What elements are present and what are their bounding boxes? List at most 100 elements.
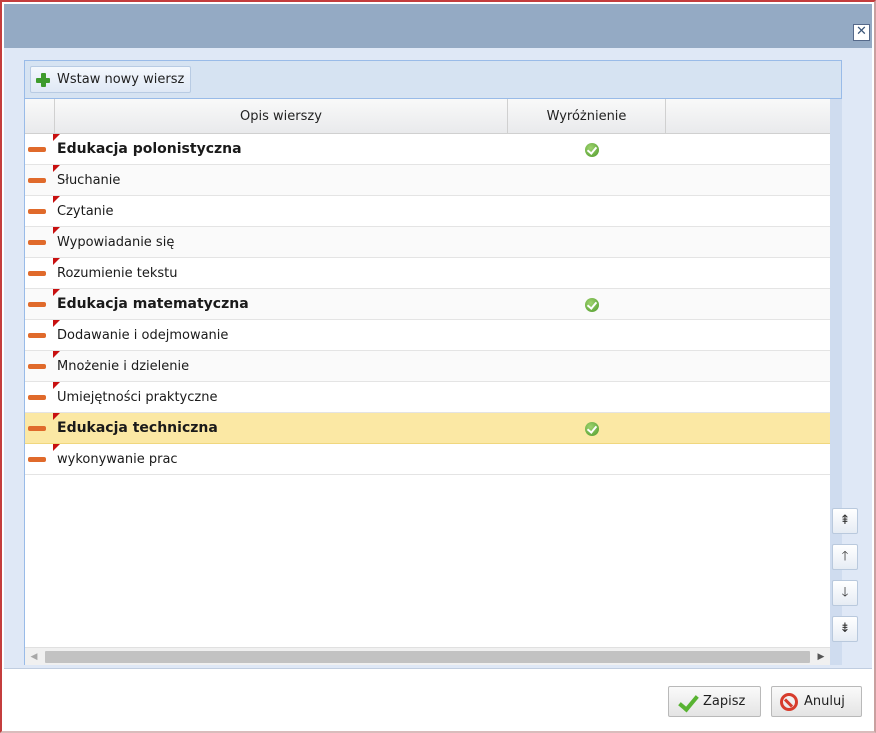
table-row[interactable]: Edukacja techniczna [25,412,830,444]
row-highlight-cell[interactable] [508,289,666,320]
table-row[interactable]: Wypowiadanie się [25,226,830,258]
move-top-button[interactable]: ⇞ [832,508,858,534]
arrow-down-icon: 🡓 [841,585,849,600]
modified-flag-icon [53,288,60,296]
row-marker-cell [25,443,60,475]
modified-flag-icon [53,381,60,389]
row-description[interactable]: Czytanie [55,204,508,219]
row-move-buttons: ⇞ 🡑 🡓 ⇟ [832,508,860,652]
row-description[interactable]: Edukacja polonistyczna [55,141,508,157]
remove-row-icon[interactable] [28,239,46,245]
dialog-footer: Zapisz Anuluj [4,668,872,729]
remove-row-icon[interactable] [28,270,46,276]
row-description[interactable]: Rozumienie tekstu [55,266,508,281]
grid-header: Opis wierszy Wyróżnienie [25,99,830,134]
row-highlight-cell[interactable] [508,351,666,382]
table-row[interactable]: Dodawanie i odejmowanie [25,319,830,351]
modified-flag-icon [53,443,60,451]
check-circle-icon [585,297,599,312]
remove-row-icon[interactable] [28,394,46,400]
row-description[interactable]: Edukacja techniczna [55,420,508,436]
dialog-body: Wstaw nowy wiersz Opis wierszy Wyróżnien… [4,48,872,668]
arrow-up-icon: 🡑 [841,549,849,564]
table-row[interactable]: Edukacja polonistyczna [25,133,830,165]
horizontal-scrollbar[interactable]: ◀ ▶ [25,647,830,665]
row-marker-cell [25,381,60,413]
scrollbar-thumb[interactable] [45,651,810,663]
remove-row-icon[interactable] [28,146,46,152]
checkmark-icon [677,692,697,712]
table-row[interactable]: Umiejętności praktyczne [25,381,830,413]
remove-row-icon[interactable] [28,363,46,369]
remove-row-icon[interactable] [28,301,46,307]
scroll-left-arrow-icon[interactable]: ◀ [25,648,43,666]
modified-flag-icon [53,226,60,234]
row-description[interactable]: Umiejętności praktyczne [55,390,508,405]
remove-row-icon[interactable] [28,332,46,338]
row-highlight-cell[interactable] [508,196,666,227]
row-highlight-cell[interactable] [508,134,666,165]
dialog-titlebar: ✕ [4,4,872,48]
modified-flag-icon [53,133,60,141]
edit-rows-dialog: ✕ Wstaw nowy wiersz Opis wierszy Wyróżni… [0,0,876,733]
remove-row-icon[interactable] [28,425,46,431]
remove-row-icon[interactable] [28,177,46,183]
row-description[interactable]: Słuchanie [55,173,508,188]
check-circle-icon [585,421,599,436]
row-description[interactable]: Mnożenie i dzielenie [55,359,508,374]
table-row[interactable]: Mnożenie i dzielenie [25,350,830,382]
save-button[interactable]: Zapisz [668,686,761,717]
double-arrow-up-icon: ⇞ [839,513,851,528]
double-arrow-down-icon: ⇟ [839,621,851,636]
row-highlight-cell[interactable] [508,413,666,444]
row-description[interactable]: Dodawanie i odejmowanie [55,328,508,343]
row-highlight-cell[interactable] [508,382,666,413]
row-marker-cell [25,133,60,165]
scroll-right-arrow-icon[interactable]: ▶ [812,648,830,666]
modified-flag-icon [53,319,60,327]
move-down-button[interactable]: 🡓 [832,580,858,606]
column-header-description[interactable]: Opis wierszy [55,99,508,134]
rows-panel: Wstaw nowy wiersz Opis wierszy Wyróżnien… [24,60,842,665]
table-row[interactable]: wykonywanie prac [25,443,830,475]
remove-row-icon[interactable] [28,456,46,462]
move-bottom-button[interactable]: ⇟ [832,616,858,642]
close-icon[interactable]: ✕ [853,24,870,41]
grid-rows: Edukacja polonistyczna Słuchanie Czytanie W… [25,133,830,475]
modified-flag-icon [53,257,60,265]
table-row[interactable]: Czytanie [25,195,830,227]
table-row[interactable]: Edukacja matematyczna [25,288,830,320]
row-marker-cell [25,319,60,351]
insert-new-row-label: Wstaw nowy wiersz [57,72,185,87]
table-row[interactable]: Słuchanie [25,164,830,196]
row-highlight-cell[interactable] [508,227,666,258]
check-circle-icon [585,142,599,157]
row-description[interactable]: Edukacja matematyczna [55,296,508,312]
cancel-icon [780,692,798,711]
cancel-label: Anuluj [804,694,845,709]
plus-icon [35,72,51,88]
row-marker-cell [25,257,60,289]
row-highlight-cell[interactable] [508,320,666,351]
cancel-button[interactable]: Anuluj [771,686,862,717]
row-marker-cell [25,350,60,382]
column-header-highlight[interactable]: Wyróżnienie [508,99,666,134]
modified-flag-icon [53,350,60,358]
move-up-button[interactable]: 🡑 [832,544,858,570]
modified-flag-icon [53,164,60,172]
column-header-filler [666,99,830,134]
save-label: Zapisz [703,694,746,709]
table-row[interactable]: Rozumienie tekstu [25,257,830,289]
insert-new-row-button[interactable]: Wstaw nowy wiersz [30,66,192,93]
modified-flag-icon [53,195,60,203]
row-highlight-cell[interactable] [508,258,666,289]
row-marker-cell [25,164,60,196]
row-description[interactable]: wykonywanie prac [55,452,508,467]
row-marker-cell [25,195,60,227]
row-marker-cell [25,412,60,444]
row-highlight-cell[interactable] [508,165,666,196]
row-highlight-cell[interactable] [508,444,666,475]
row-description[interactable]: Wypowiadanie się [55,235,508,250]
remove-row-icon[interactable] [28,208,46,214]
row-marker-cell [25,226,60,258]
